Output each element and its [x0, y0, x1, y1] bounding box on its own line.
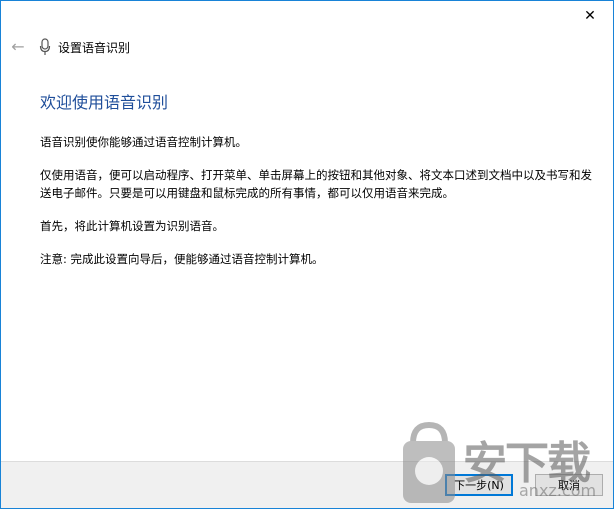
microphone-icon [39, 38, 51, 55]
intro-paragraph: 语音识别使你能够通过语音控制计算机。 [40, 135, 247, 149]
back-arrow-icon: ← [11, 36, 25, 56]
wizard-header: ← 设置语音识别 [1, 31, 613, 63]
back-button[interactable]: ← [7, 35, 29, 57]
close-button[interactable]: ✕ [567, 1, 613, 31]
next-button[interactable]: 下一步(N) [445, 474, 513, 496]
title-bar: ✕ [1, 1, 613, 31]
wizard-window: ✕ ← 设置语音识别 欢迎使用语音识别 语音识别使你能够通过语音控制计算机。 仅… [0, 0, 614, 509]
close-icon: ✕ [584, 8, 596, 24]
wizard-footer: 下一步(N) 取消 [1, 461, 613, 508]
wizard-title: 设置语音识别 [58, 41, 131, 55]
note-paragraph: 注意: 完成此设置向导后，便能够通过语音控制计算机。 [40, 252, 324, 266]
capabilities-paragraph: 仅使用语音，便可以启动程序、打开菜单、单击屏幕上的按钮和其他对象、将文本口述到文… [40, 168, 592, 200]
wizard-content: 欢迎使用语音识别 语音识别使你能够通过语音控制计算机。 仅使用语音，便可以启动程… [40, 89, 600, 283]
first-step-paragraph: 首先，将此计算机设置为识别语音。 [40, 219, 224, 233]
page-heading: 欢迎使用语音识别 [40, 93, 169, 112]
cancel-button[interactable]: 取消 [535, 474, 603, 496]
